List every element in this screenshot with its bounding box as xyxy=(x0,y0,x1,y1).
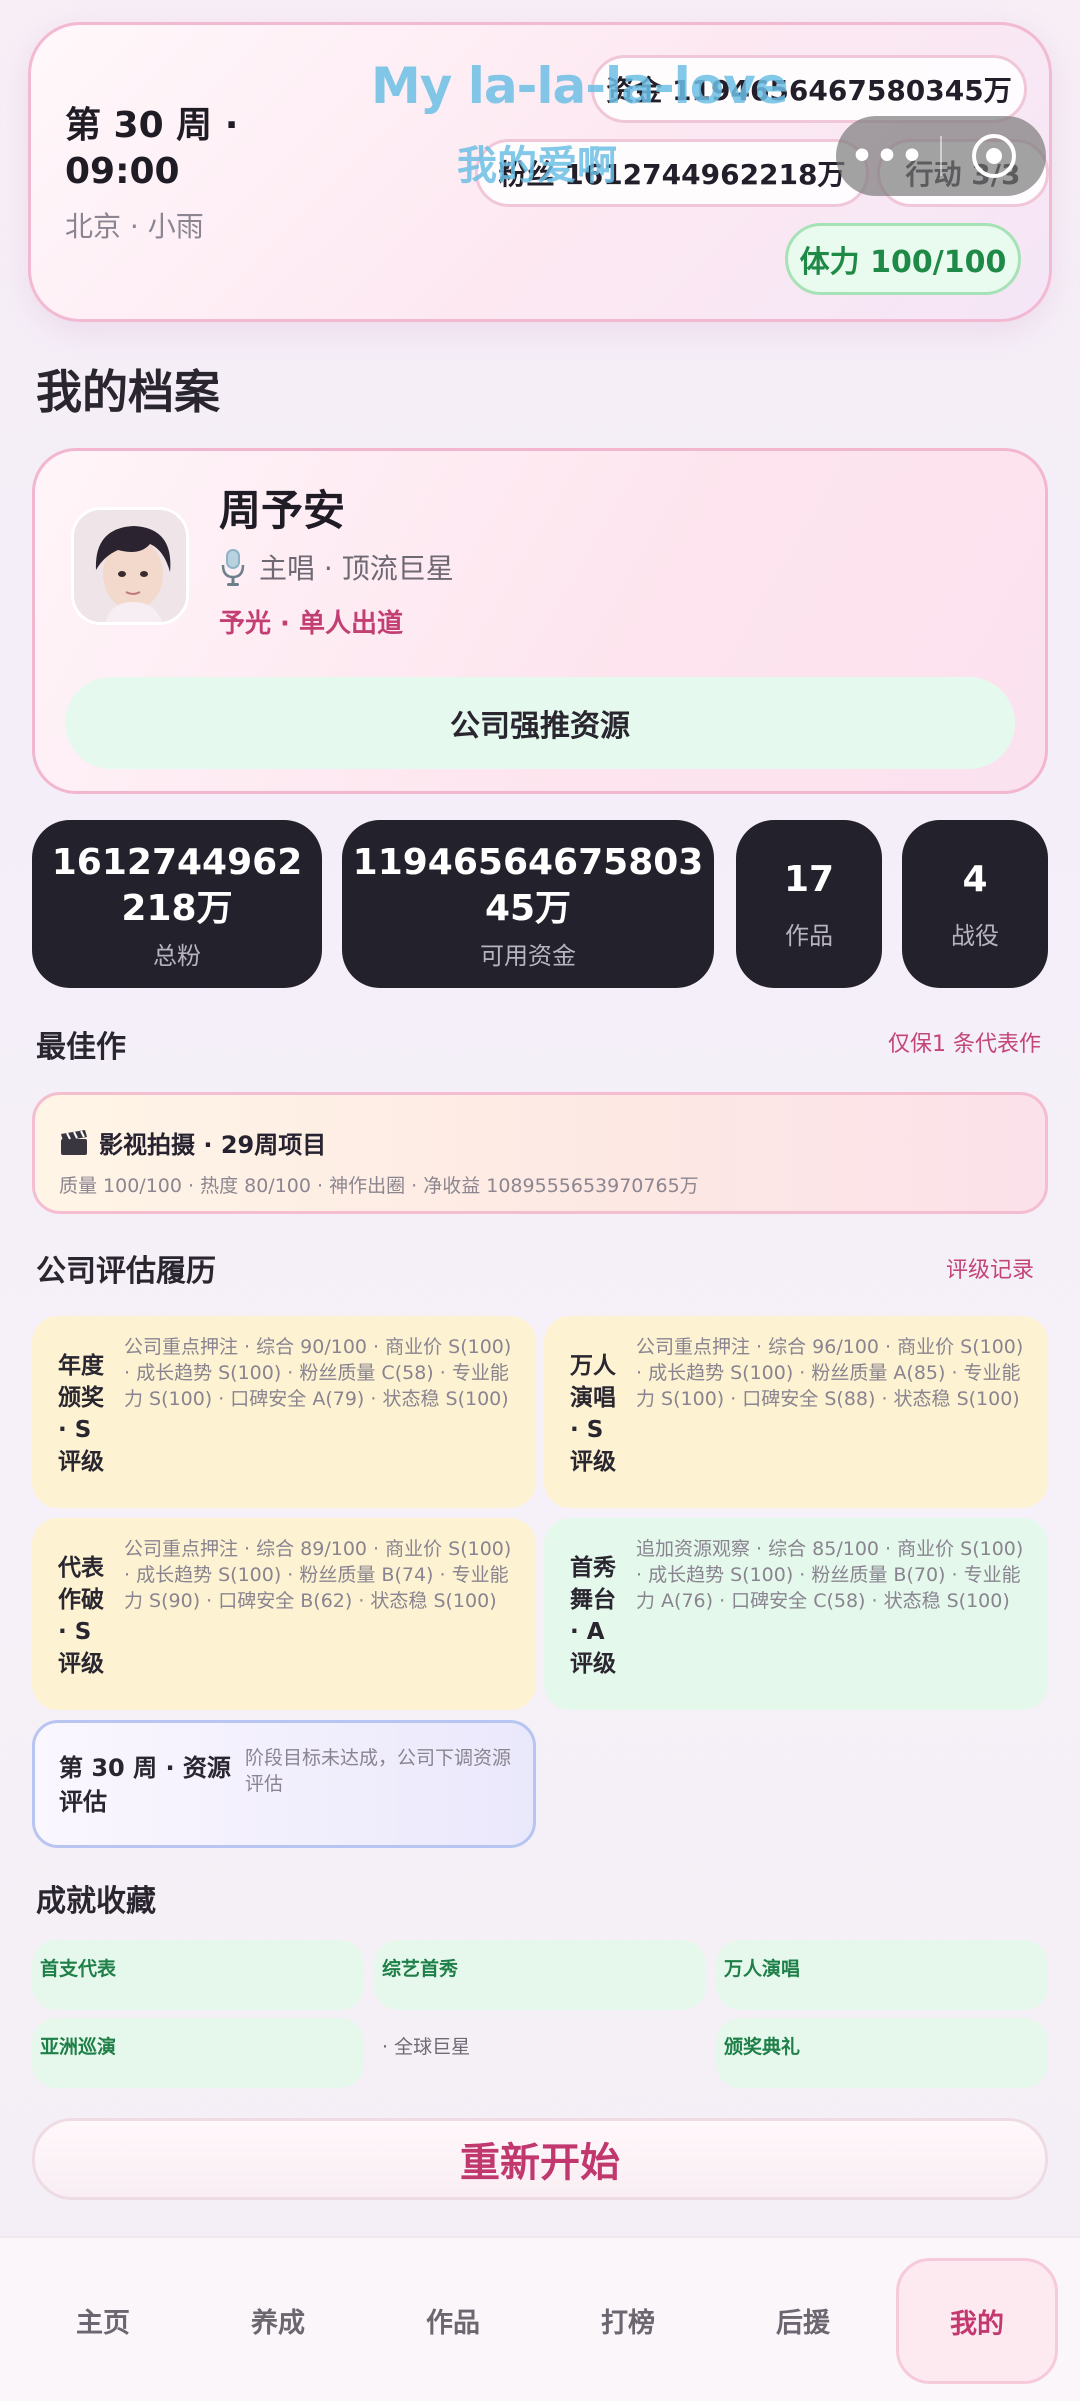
achievement-item[interactable]: 综艺首秀 xyxy=(374,1940,706,2010)
stat-total-fans: 1612744962218万 总粉 xyxy=(32,820,322,988)
week-time-label: 第 30 周 · 09:00 xyxy=(65,105,239,192)
best-work-card[interactable]: 影视拍摄 · 29周项目 质量 100/100 · 热度 80/100 · 神作… xyxy=(32,1092,1048,1214)
stat-label: 可用资金 xyxy=(480,942,576,970)
stage-evaluation-detail: 阶段目标未达成，公司下调资源评估 xyxy=(245,1747,512,1795)
stage-evaluation-card[interactable]: 第 30 周 · 资源评估 阶段目标未达成，公司下调资源评估 xyxy=(32,1720,536,1848)
evaluation-section-title: 公司评估履历 xyxy=(36,1254,216,1289)
evaluation-title: 代表作破 · S 评级 xyxy=(58,1555,104,1677)
evaluation-detail: 公司重点押注 · 综合 96/100 · 商业价 S(100) · 成长趋势 S… xyxy=(636,1336,1024,1410)
lyric-overlay-line1: My la-la-la-love xyxy=(371,57,789,115)
evaluation-title: 万人演唱 · S 评级 xyxy=(570,1353,616,1475)
artist-role-text: 主唱 · 顶流巨星 xyxy=(259,552,454,585)
evaluation-title: 首秀舞台 · A 评级 xyxy=(570,1555,616,1677)
evaluation-detail: 公司重点押注 · 综合 90/100 · 商业价 S(100) · 成长趋势 S… xyxy=(124,1336,512,1410)
stage-evaluation-title: 第 30 周 · 资源评估 xyxy=(59,1754,231,1816)
profile-section-title: 我的档案 xyxy=(36,365,220,419)
achievement-item[interactable]: 首支代表 xyxy=(32,1940,364,2010)
stat-label: 战役 xyxy=(951,922,999,950)
evaluation-card[interactable]: 代表作破 · S 评级 公司重点押注 · 综合 89/100 · 商业价 S(1… xyxy=(32,1518,536,1710)
achievement-item[interactable]: 颁奖典礼 xyxy=(716,2018,1048,2088)
nav-charts[interactable]: 打榜 xyxy=(543,2238,713,2401)
nav-training[interactable]: 养成 xyxy=(193,2238,363,2401)
achievement-item[interactable]: 亚洲巡演 xyxy=(32,2018,364,2088)
lyric-overlay-line2: 我的爱啊 xyxy=(457,143,617,189)
location-weather-label: 北京 · 小雨 xyxy=(65,210,204,243)
company-push-button[interactable]: 公司强推资源 xyxy=(65,677,1015,769)
avatar[interactable] xyxy=(71,507,189,625)
bottom-nav: 主页 养成 作品 打榜 后援 我的 xyxy=(0,2236,1080,2401)
clapperboard-icon xyxy=(61,1129,87,1155)
stat-label: 总粉 xyxy=(153,942,201,970)
stat-label: 作品 xyxy=(785,922,833,950)
artist-name: 周予安 xyxy=(219,486,346,535)
best-work-title-row: 影视拍摄 · 29周项目 xyxy=(59,1125,326,1160)
artist-group: 予光 · 单人出道 xyxy=(219,609,403,639)
evaluation-card[interactable]: 首秀舞台 · A 评级 追加资源观察 · 综合 85/100 · 商业价 S(1… xyxy=(544,1518,1048,1710)
nav-works[interactable]: 作品 xyxy=(368,2238,538,2401)
stat-value: 17 xyxy=(783,859,835,900)
nav-fan-support[interactable]: 后援 xyxy=(718,2238,888,2401)
restart-button[interactable]: 重新开始 xyxy=(32,2118,1048,2200)
best-work-title: 影视拍摄 · 29周项目 xyxy=(99,1131,327,1159)
evaluation-card[interactable]: 年度颁奖 · S 评级 公司重点押注 · 综合 90/100 · 商业价 S(1… xyxy=(32,1316,536,1508)
miniprogram-capsule: ••• xyxy=(836,116,1046,196)
more-menu-icon[interactable]: ••• xyxy=(836,136,940,177)
best-work-link[interactable]: 仅保1 条代表作 xyxy=(888,1026,1041,1058)
microphone-icon xyxy=(221,549,245,586)
achievement-item[interactable]: 万人演唱 xyxy=(716,1940,1048,2010)
artist-role-row: 主唱 · 顶流巨星 xyxy=(219,547,454,587)
best-work-detail: 质量 100/100 · 热度 80/100 · 神作出圈 · 净收益 1089… xyxy=(59,1175,699,1197)
stat-available-funds: 1194656467580345万 可用资金 xyxy=(342,820,714,988)
stamina-pill: 体力 100/100 xyxy=(785,223,1021,295)
evaluation-detail: 追加资源观察 · 综合 85/100 · 商业价 S(100) · 成长趋势 S… xyxy=(636,1538,1024,1612)
profile-card: 周予安 主唱 · 顶流巨星 予光 · 单人出道 公司强推资源 xyxy=(32,448,1048,794)
evaluation-card[interactable]: 万人演唱 · S 评级 公司重点押注 · 综合 96/100 · 商业价 S(1… xyxy=(544,1316,1048,1508)
stat-works: 17 作品 xyxy=(736,820,882,988)
evaluation-title: 年度颁奖 · S 评级 xyxy=(58,1353,104,1475)
best-work-section-title: 最佳作 xyxy=(36,1030,126,1065)
rating-records-link[interactable]: 评级记录 xyxy=(946,1252,1034,1284)
stat-value: 1612744962218万 xyxy=(51,842,303,929)
nav-home[interactable]: 主页 xyxy=(18,2238,188,2401)
achievement-item-locked[interactable]: · 全球巨星 xyxy=(374,2018,706,2088)
evaluation-detail: 公司重点押注 · 综合 89/100 · 商业价 S(100) · 成长趋势 S… xyxy=(124,1538,512,1612)
nav-mine-active[interactable]: 我的 xyxy=(896,2258,1058,2384)
stat-value: 1194656467580345万 xyxy=(352,842,704,929)
close-miniprogram-icon[interactable] xyxy=(942,134,1046,178)
stat-campaigns: 4 战役 xyxy=(902,820,1048,988)
stat-value: 4 xyxy=(962,859,988,900)
achievements-section-title: 成就收藏 xyxy=(36,1884,156,1919)
